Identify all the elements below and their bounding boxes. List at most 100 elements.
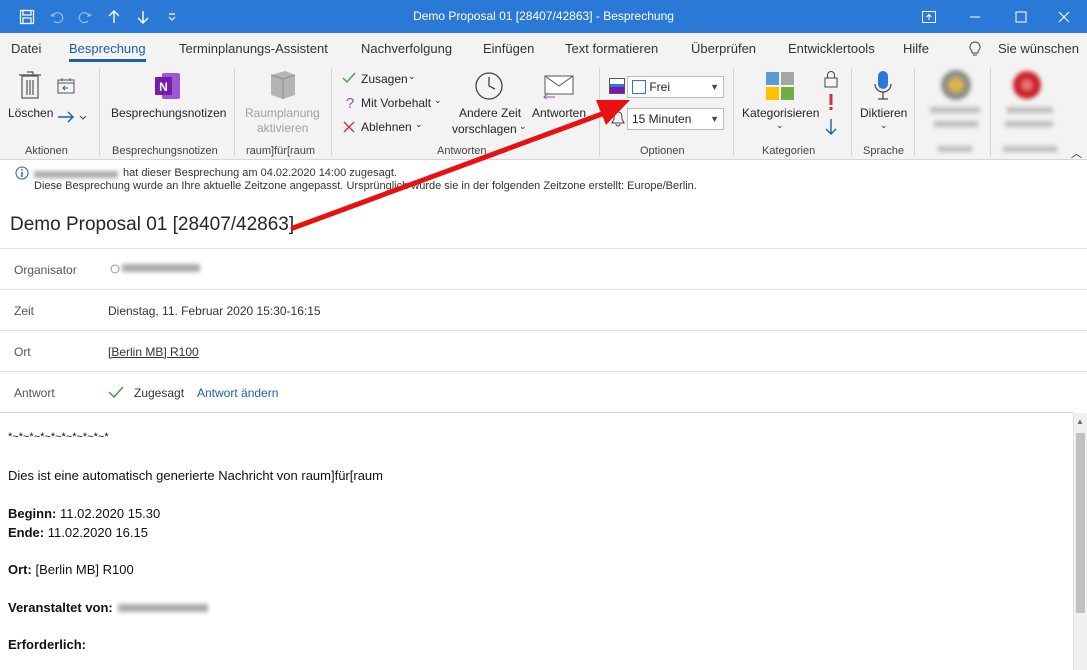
propose-time-label-2[interactable]: vorschlagen — [452, 122, 517, 136]
onenote-icon[interactable]: N — [154, 71, 182, 104]
down-arrow-icon[interactable] — [128, 0, 158, 33]
move-arrow-icon[interactable] — [56, 109, 88, 128]
delete-label[interactable]: Löschen — [8, 106, 53, 120]
tab-hilfe[interactable]: Hilfe — [903, 33, 929, 65]
high-importance-icon[interactable] — [827, 93, 835, 114]
addin-2-icon[interactable] — [1010, 68, 1044, 105]
decline-x-icon — [343, 121, 355, 136]
title-bar: Demo Proposal 01 [28407/42863] - Besprec… — [0, 0, 1087, 33]
ribbon-separator — [851, 68, 852, 156]
microphone-icon[interactable] — [873, 70, 893, 105]
accept-dropdown-icon[interactable]: ⌄ — [408, 71, 416, 82]
show-as-dropdown[interactable]: Frei ▼ — [627, 76, 724, 98]
tab-einfuegen[interactable]: Einfügen — [483, 33, 534, 65]
private-lock-icon[interactable] — [824, 70, 838, 91]
organizer-name-redacted[interactable] — [122, 262, 200, 277]
tab-nachverfolgung[interactable]: Nachverfolgung — [361, 33, 452, 65]
delete-button[interactable] — [18, 70, 42, 103]
close-icon[interactable] — [1041, 0, 1087, 33]
ribbon-separator — [990, 68, 991, 156]
room-planning-label-1: Raumplanung — [245, 106, 320, 120]
propose-time-label-1[interactable]: Andere Zeit — [459, 106, 521, 120]
scroll-up-icon[interactable]: ▲ — [1076, 417, 1084, 426]
collapse-ribbon-icon[interactable]: ︿ — [1071, 145, 1082, 161]
up-arrow-icon[interactable] — [99, 0, 129, 33]
show-as-icon — [609, 78, 625, 97]
meeting-window: Demo Proposal 01 [28407/42863] - Besprec… — [0, 0, 1087, 670]
tell-me-search[interactable]: Sie wünschen — [998, 33, 1079, 65]
addin-2-label[interactable] — [1003, 105, 1059, 158]
meeting-subject: Demo Proposal 01 [28407/42863] — [10, 214, 295, 235]
categorize-button[interactable]: Kategorisieren — [742, 106, 819, 120]
accept-check-icon — [342, 72, 356, 87]
bell-icon — [611, 111, 625, 130]
group-label-kategorien: Kategorien — [762, 145, 816, 157]
change-response-link[interactable]: Antwort ändern — [197, 386, 278, 400]
decline-button[interactable]: Ablehnen — [361, 120, 412, 134]
categorize-icon[interactable] — [765, 71, 795, 104]
body-begin: Beginn: 11.02.2020 15.30 — [8, 506, 160, 521]
scrollbar-thumb[interactable] — [1076, 433, 1085, 613]
tab-text-formatieren[interactable]: Text formatieren — [565, 33, 658, 65]
location-label: Ort — [14, 345, 31, 359]
end-value: 11.02.2020 16.15 — [44, 525, 148, 540]
body-intro: Dies ist eine automatisch generierte Nac… — [8, 468, 383, 483]
propose-time-dropdown-icon[interactable]: ⌄ — [519, 121, 527, 132]
meeting-body[interactable]: *~*~*~*~*~*~*~*~*~* Dies ist eine automa… — [0, 412, 1073, 670]
tab-entwicklertools[interactable]: Entwicklertools — [788, 33, 875, 65]
tentative-icon: ? — [344, 95, 356, 114]
tab-ueberpruefen[interactable]: Überprüfen — [691, 33, 756, 65]
group-label-antworten: Antworten — [437, 145, 487, 157]
svg-text:?: ? — [346, 95, 354, 111]
maximize-icon[interactable] — [998, 0, 1044, 33]
addin-1-icon[interactable] — [938, 67, 974, 106]
addin-1-label[interactable] — [928, 105, 984, 158]
ribbon-separator — [234, 68, 235, 156]
clock-icon[interactable] — [474, 71, 504, 104]
room-planning-label-2: aktivieren — [257, 121, 309, 135]
response-label: Antwort — [14, 386, 55, 400]
dictate-dropdown-icon[interactable]: ⌄ — [880, 120, 888, 131]
ribbon-tabs: Datei Besprechung Terminplanungs-Assiste… — [0, 33, 1087, 65]
body-stars: *~*~*~*~*~*~*~*~*~* — [8, 431, 109, 443]
customize-qat-icon[interactable] — [157, 0, 187, 33]
tab-terminplanungs-assistent[interactable]: Terminplanungs-Assistent — [179, 33, 328, 65]
time-label: Zeit — [14, 304, 35, 318]
accept-button[interactable]: Zusagen — [361, 72, 408, 86]
reminder-dropdown[interactable]: 15 Minuten ▼ — [627, 108, 724, 130]
begin-value: 11.02.2020 15.30 — [56, 506, 161, 521]
end-label: Ende: — [8, 525, 45, 540]
location-row: Ort [Berlin MB] R100 — [0, 330, 1087, 371]
categorize-dropdown-icon[interactable]: ⌄ — [776, 120, 784, 131]
meeting-notes-button[interactable]: Besprechungsnotizen — [111, 106, 226, 120]
group-label-aktionen: Aktionen — [25, 145, 68, 157]
tab-datei[interactable]: Datei — [11, 33, 41, 65]
move-to-calendar-icon[interactable] — [57, 77, 75, 98]
ribbon-display-options-icon[interactable] — [906, 0, 952, 33]
tab-besprechung[interactable]: Besprechung — [69, 33, 146, 65]
dictate-button[interactable]: Diktieren — [860, 106, 907, 120]
time-value: Dienstag, 11. Februar 2020 15:30-16:15 — [108, 304, 321, 318]
lightbulb-icon — [968, 41, 982, 60]
minimize-icon[interactable] — [952, 0, 998, 33]
ribbon: Löschen Aktionen N Besprechungsnotizen B… — [0, 65, 1087, 160]
low-importance-icon[interactable] — [824, 118, 838, 139]
save-icon[interactable] — [12, 0, 42, 33]
redo-icon[interactable] — [70, 0, 100, 33]
respond-envelope-icon[interactable] — [543, 75, 575, 102]
location-value[interactable]: [Berlin MB] R100 — [108, 345, 199, 359]
organizer-label: Organisator — [14, 263, 77, 277]
body-scrollbar[interactable]: ▲ — [1073, 413, 1087, 670]
respond-button[interactable]: Antworten — [532, 106, 586, 120]
response-row: Antwort Zugesagt Antwort ändern — [0, 371, 1087, 412]
ribbon-separator — [99, 68, 100, 156]
timezone-info-text: Diese Besprechung wurde an Ihre aktuelle… — [34, 180, 697, 192]
body-organizer-redacted — [118, 602, 208, 617]
tentative-button[interactable]: Mit Vorbehalt — [361, 96, 431, 110]
decline-dropdown-icon[interactable]: ⌄ — [415, 119, 423, 130]
time-row: Zeit Dienstag, 11. Februar 2020 15:30-16… — [0, 289, 1087, 330]
presence-icon — [110, 263, 120, 277]
body-end: Ende: 11.02.2020 16.15 — [8, 525, 148, 540]
tentative-dropdown-icon[interactable]: ⌄ — [434, 95, 442, 106]
undo-icon[interactable] — [42, 0, 72, 33]
